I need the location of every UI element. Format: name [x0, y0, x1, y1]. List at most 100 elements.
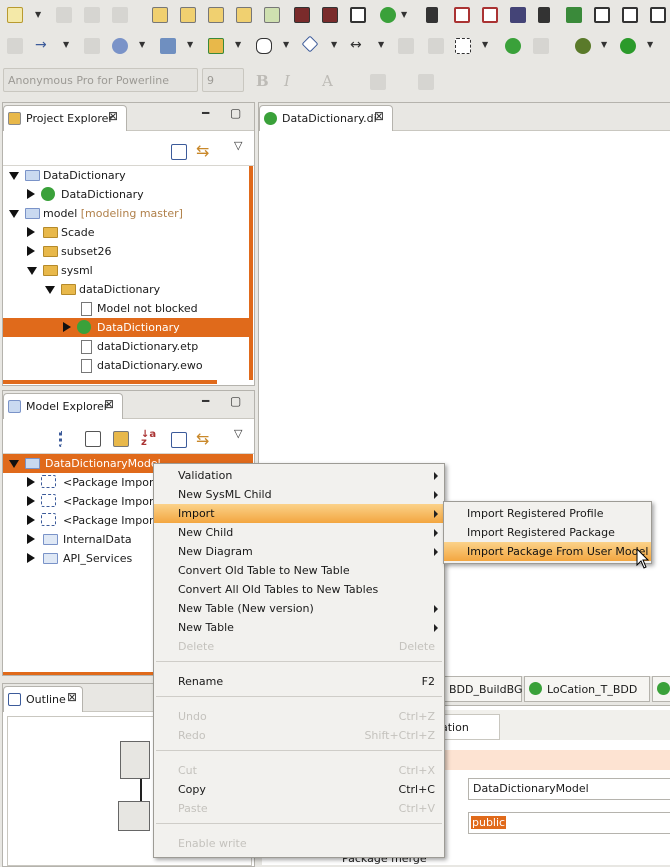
papyrus-icon[interactable]	[380, 7, 396, 23]
tree-item-sysml[interactable]: sysml	[61, 261, 93, 280]
diagram-tool-icon-12[interactable]	[538, 7, 550, 23]
papyrus-dropdown-icon[interactable]: ▼	[401, 10, 407, 19]
diagram-tool-icon-3[interactable]	[208, 7, 224, 23]
filter-icon[interactable]	[113, 431, 129, 447]
debug-dropdown-icon[interactable]: ▼	[601, 40, 607, 49]
menu-item-new-diagram[interactable]: New Diagram	[154, 542, 444, 561]
submenu-item-import-package-from-user-model[interactable]: Import Package From User Model	[444, 542, 651, 561]
expand-arrow[interactable]	[9, 210, 19, 218]
editor-close-icon[interactable]: ⊠	[374, 109, 384, 123]
collapse-arrow[interactable]	[27, 246, 35, 256]
run-icon[interactable]	[620, 38, 636, 54]
tree-item-package-import[interactable]: <Package Import>	[63, 473, 167, 492]
tree-item-package-import[interactable]: <Package Import>	[63, 511, 167, 530]
diagram-tool-icon-6[interactable]	[294, 7, 310, 23]
maximize-icon[interactable]: ▢	[230, 394, 241, 408]
collapse-all-icon[interactable]	[171, 432, 187, 448]
table-icon[interactable]	[350, 7, 366, 23]
arrow-right-icon[interactable]: →	[35, 38, 51, 54]
new-dropdown-icon[interactable]: ▼	[35, 10, 41, 19]
debug-icon[interactable]	[575, 38, 591, 54]
tree-item-datadictionary-project[interactable]: DataDictionary	[43, 166, 126, 185]
collapse-all-icon[interactable]	[171, 144, 187, 160]
tree-item-package-import[interactable]: <Package Import>	[63, 492, 167, 511]
diagram-tab-location[interactable]: LoCation_T_BDD	[524, 676, 650, 702]
distribute-dropdown-icon[interactable]: ▼	[235, 40, 241, 49]
collapse-arrow[interactable]	[27, 496, 35, 506]
hand-icon[interactable]	[256, 38, 272, 54]
font-name-combo[interactable]: Anonymous Pro for Powerline	[3, 68, 198, 92]
menu-item-new-child[interactable]: New Child	[154, 523, 444, 542]
tree-item-model-not-blocked[interactable]: Model not blocked	[97, 299, 198, 318]
menu-item-convert-all-old-tables[interactable]: Convert All Old Tables to New Tables	[154, 580, 444, 599]
tree-item-datadictionarymodel[interactable]: DataDictionaryModel	[45, 454, 161, 473]
papyrus-icon-2[interactable]	[505, 38, 521, 54]
submenu-item-import-registered-package[interactable]: Import Registered Package	[444, 523, 651, 542]
editor-tab[interactable]: DataDictionary.di	[259, 105, 393, 131]
name-field[interactable]: DataDictionaryModel	[468, 778, 670, 800]
diagram-tool-icon-7[interactable]	[322, 7, 338, 23]
diagram-tool-icon-14[interactable]	[594, 7, 610, 23]
submenu-item-import-registered-profile[interactable]: Import Registered Profile	[444, 504, 651, 523]
diagram-tool-icon-13[interactable]	[566, 7, 582, 23]
link-with-editor-icon[interactable]: ⇆	[196, 143, 212, 159]
minimize-icon[interactable]: ━	[202, 394, 209, 408]
collapse-arrow[interactable]	[63, 322, 71, 332]
expand-arrow[interactable]	[9, 172, 19, 180]
minimize-icon[interactable]: ━	[202, 106, 209, 120]
font-size-combo[interactable]: 9	[202, 68, 244, 92]
diagram-tool-icon-10[interactable]	[482, 7, 498, 23]
maximize-icon[interactable]: ▢	[230, 106, 241, 120]
diagram-tool-icon-5[interactable]	[264, 7, 280, 23]
outline-close-icon[interactable]: ⊠	[67, 690, 77, 704]
visibility-field[interactable]: public	[468, 812, 670, 834]
collapse-arrow[interactable]	[27, 477, 35, 487]
view-menu-icon[interactable]: ▽	[234, 427, 242, 440]
collapse-arrow[interactable]	[27, 227, 35, 237]
tree-item-subset26[interactable]: subset26	[61, 242, 112, 261]
tree-item-datadictionary-model[interactable]: DataDictionary	[61, 185, 144, 204]
diagram-tool-icon-15[interactable]	[622, 7, 638, 23]
menu-item-convert-old-table[interactable]: Convert Old Table to New Table	[154, 561, 444, 580]
hand-dropdown-icon[interactable]: ▼	[283, 40, 289, 49]
select-all-icon[interactable]	[455, 38, 471, 54]
new-icon[interactable]	[7, 7, 23, 23]
diagram-tool-icon-4[interactable]	[236, 7, 252, 23]
expand-arrow[interactable]	[9, 460, 19, 468]
diagram-tab-ma[interactable]: MA	[652, 676, 670, 702]
diagram-tool-icon-8[interactable]	[426, 7, 438, 23]
diagram-tool-icon-16[interactable]	[650, 7, 666, 23]
expand-arrow[interactable]	[27, 267, 37, 275]
distribute-icon[interactable]	[208, 38, 224, 54]
collapse-arrow[interactable]	[27, 534, 35, 544]
menu-item-import[interactable]: Import	[154, 504, 444, 523]
tree-item-model[interactable]: model [modeling master]	[43, 204, 183, 223]
tree-item-datadictionary-folder[interactable]: dataDictionary	[79, 280, 160, 299]
collapse-arrow[interactable]	[27, 189, 35, 199]
tree-item-api-services[interactable]: API_Services	[63, 549, 132, 568]
tree-item-datadictionary-etp[interactable]: dataDictionary.etp	[97, 337, 198, 356]
align-icon[interactable]	[160, 38, 176, 54]
diagram-tool-icon-11[interactable]	[510, 7, 526, 23]
menu-item-new-table[interactable]: New Table	[154, 618, 444, 637]
resize-icon[interactable]: ↔	[350, 38, 366, 54]
diagram-tool-icon-2[interactable]	[180, 7, 196, 23]
collapse-arrow[interactable]	[27, 553, 35, 563]
sort-az-icon[interactable]: ↓a z	[141, 430, 157, 448]
network-icon[interactable]	[112, 38, 128, 54]
menu-item-copy[interactable]: Copy Ctrl+C	[154, 780, 444, 799]
menu-item-rename[interactable]: Rename F2	[154, 672, 444, 691]
tree-icon[interactable]	[85, 431, 101, 447]
vertical-scrollbar[interactable]	[249, 166, 253, 380]
expand-arrow[interactable]	[45, 286, 55, 294]
collapse-arrow[interactable]	[27, 515, 35, 525]
view-menu-icon[interactable]: ▽	[234, 139, 242, 152]
arrow-dropdown-icon[interactable]: ▼	[63, 40, 69, 49]
menu-item-validation[interactable]: Validation	[154, 466, 444, 485]
tree-item-internaldata[interactable]: InternalData	[63, 530, 132, 549]
model-explorer-close-icon[interactable]: ⊠	[104, 397, 114, 411]
diagram-tool-icon-9[interactable]	[454, 7, 470, 23]
menu-item-new-table-new-version[interactable]: New Table (New version)	[154, 599, 444, 618]
link-with-editor-icon[interactable]: ⇆	[196, 431, 212, 447]
align-dropdown-icon[interactable]: ▼	[187, 40, 193, 49]
